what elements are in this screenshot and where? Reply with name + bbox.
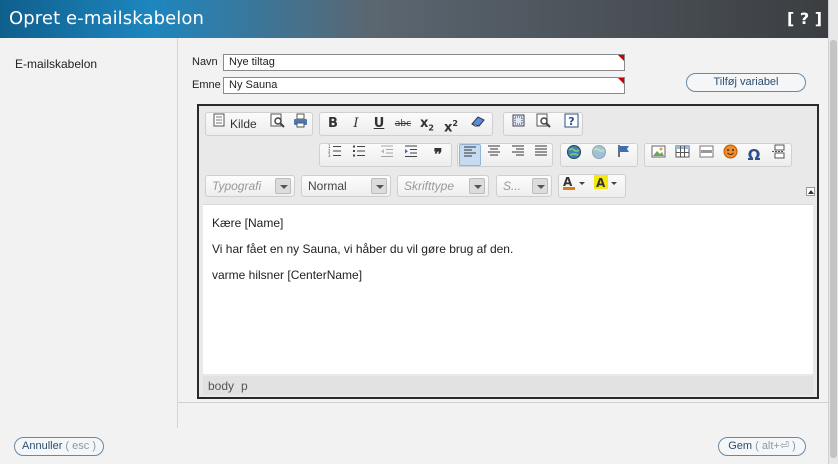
cancel-button[interactable]: Annuller ( esc ) <box>14 437 104 456</box>
cancel-label: Annuller <box>22 440 63 452</box>
toolbar-group-links <box>560 143 638 167</box>
align-left-icon[interactable] <box>459 144 481 166</box>
smiley-icon[interactable] <box>719 144 741 166</box>
italic-icon[interactable]: I <box>345 113 367 135</box>
chevron-down-icon <box>275 178 291 194</box>
svg-text:A: A <box>596 176 606 190</box>
toolbar-group-basicstyles: B I U abc x2 x2 <box>319 112 493 136</box>
strikethrough-icon[interactable]: abc <box>392 113 414 135</box>
font-family-placeholder: Skrifttype <box>404 179 455 193</box>
text-color-icon[interactable]: A <box>561 175 591 197</box>
help-button[interactable]: [ ? ] <box>787 9 822 28</box>
chevron-down-icon <box>532 178 548 194</box>
justify-icon[interactable] <box>530 144 552 166</box>
font-format-select[interactable]: Typografi <box>205 175 295 197</box>
special-char-icon[interactable]: Ω <box>743 144 765 166</box>
cancel-shortcut: ( esc ) <box>65 440 96 452</box>
save-button[interactable]: Gem ( alt+⏎ ) <box>718 437 806 456</box>
content-line-1: Kære [Name] <box>212 216 284 230</box>
horizontal-rule-icon[interactable] <box>695 144 717 166</box>
save-shortcut: ( alt+⏎ ) <box>755 440 796 452</box>
about-icon[interactable]: ? <box>560 113 582 135</box>
content-line-3: varme hilsner [CenterName] <box>212 268 363 282</box>
page-break-icon[interactable] <box>767 144 789 166</box>
section-label: E-mailskabelon <box>15 57 98 71</box>
subscript-icon[interactable]: x2 <box>416 113 438 135</box>
path-p[interactable]: p <box>241 379 248 393</box>
column-divider <box>177 38 178 428</box>
path-body[interactable]: body <box>208 379 234 393</box>
preview-icon[interactable] <box>266 113 288 135</box>
print-icon[interactable] <box>289 113 311 135</box>
paragraph-format-value: Normal <box>308 179 347 193</box>
vertical-scrollbar[interactable] <box>828 0 838 464</box>
indent-icon[interactable] <box>400 144 422 166</box>
name-field[interactable]: Nye tiltag <box>223 54 625 71</box>
font-size-select[interactable]: S... <box>496 175 552 197</box>
underline-icon[interactable]: U <box>368 113 390 135</box>
svg-text:3: 3 <box>328 153 331 158</box>
source-icon[interactable] <box>208 113 230 135</box>
numbered-list-icon[interactable]: 123 <box>324 144 346 166</box>
name-label: Navn <box>192 56 218 68</box>
toolbar-group-insert: Ω <box>644 143 792 167</box>
show-blocks-icon[interactable] <box>507 113 529 135</box>
remove-format-icon[interactable] <box>467 113 489 135</box>
chevron-down-icon <box>469 178 485 194</box>
source-button-label[interactable]: Kilde <box>230 113 257 135</box>
anchor-icon[interactable] <box>613 144 635 166</box>
font-family-select[interactable]: Skrifttype <box>397 175 489 197</box>
font-size-placeholder: S... <box>503 179 522 193</box>
content-line-2: Vi har fået en ny Sauna, vi håber du vil… <box>212 242 514 256</box>
dialog-title: Opret e-mailskabelon <box>9 8 205 29</box>
subject-field[interactable]: Ny Sauna <box>223 77 625 94</box>
link-icon[interactable] <box>563 144 585 166</box>
save-label: Gem <box>728 440 753 452</box>
scrollbar-thumb[interactable] <box>830 40 837 458</box>
toolbar-group-colors: A A <box>558 174 626 198</box>
align-right-icon[interactable] <box>507 144 529 166</box>
editor-content-area[interactable]: Kære [Name] Vi har fået en ny Sauna, vi … <box>203 204 813 374</box>
unlink-icon[interactable] <box>588 144 610 166</box>
align-center-icon[interactable] <box>483 144 505 166</box>
table-icon[interactable] <box>671 144 693 166</box>
blockquote-icon[interactable]: ❞ <box>427 144 449 166</box>
toolbar-group-lists: 123 ❞ <box>319 143 452 167</box>
bold-icon[interactable]: B <box>322 113 344 135</box>
subject-label: Emne <box>192 79 221 91</box>
chevron-down-icon <box>371 178 387 194</box>
toolbar-group-tools: ? <box>503 112 583 136</box>
svg-text:A: A <box>563 175 573 189</box>
add-variable-button[interactable]: Tilføj variabel <box>686 73 806 92</box>
image-icon[interactable] <box>647 144 669 166</box>
toolbar-group-document: Kilde <box>205 112 313 136</box>
element-path-bar: body p <box>203 376 813 395</box>
svg-text:?: ? <box>568 115 574 128</box>
bulleted-list-icon[interactable] <box>348 144 370 166</box>
rich-text-editor: Kilde B I U abc x2 x2 ? 123 ❞ Ω Typograf… <box>197 104 819 399</box>
paragraph-format-select[interactable]: Normal <box>301 175 391 197</box>
outdent-icon[interactable] <box>376 144 398 166</box>
bg-color-icon[interactable]: A <box>593 175 623 197</box>
collapse-toolbar-button[interactable] <box>806 187 815 196</box>
toolbar-group-align <box>457 143 553 167</box>
font-format-placeholder: Typografi <box>212 179 262 193</box>
dialog-header: Opret e-mailskabelon [ ? ] <box>0 0 828 38</box>
find-icon[interactable] <box>532 113 554 135</box>
superscript-icon[interactable]: x2 <box>440 113 462 135</box>
form-divider <box>178 402 828 403</box>
